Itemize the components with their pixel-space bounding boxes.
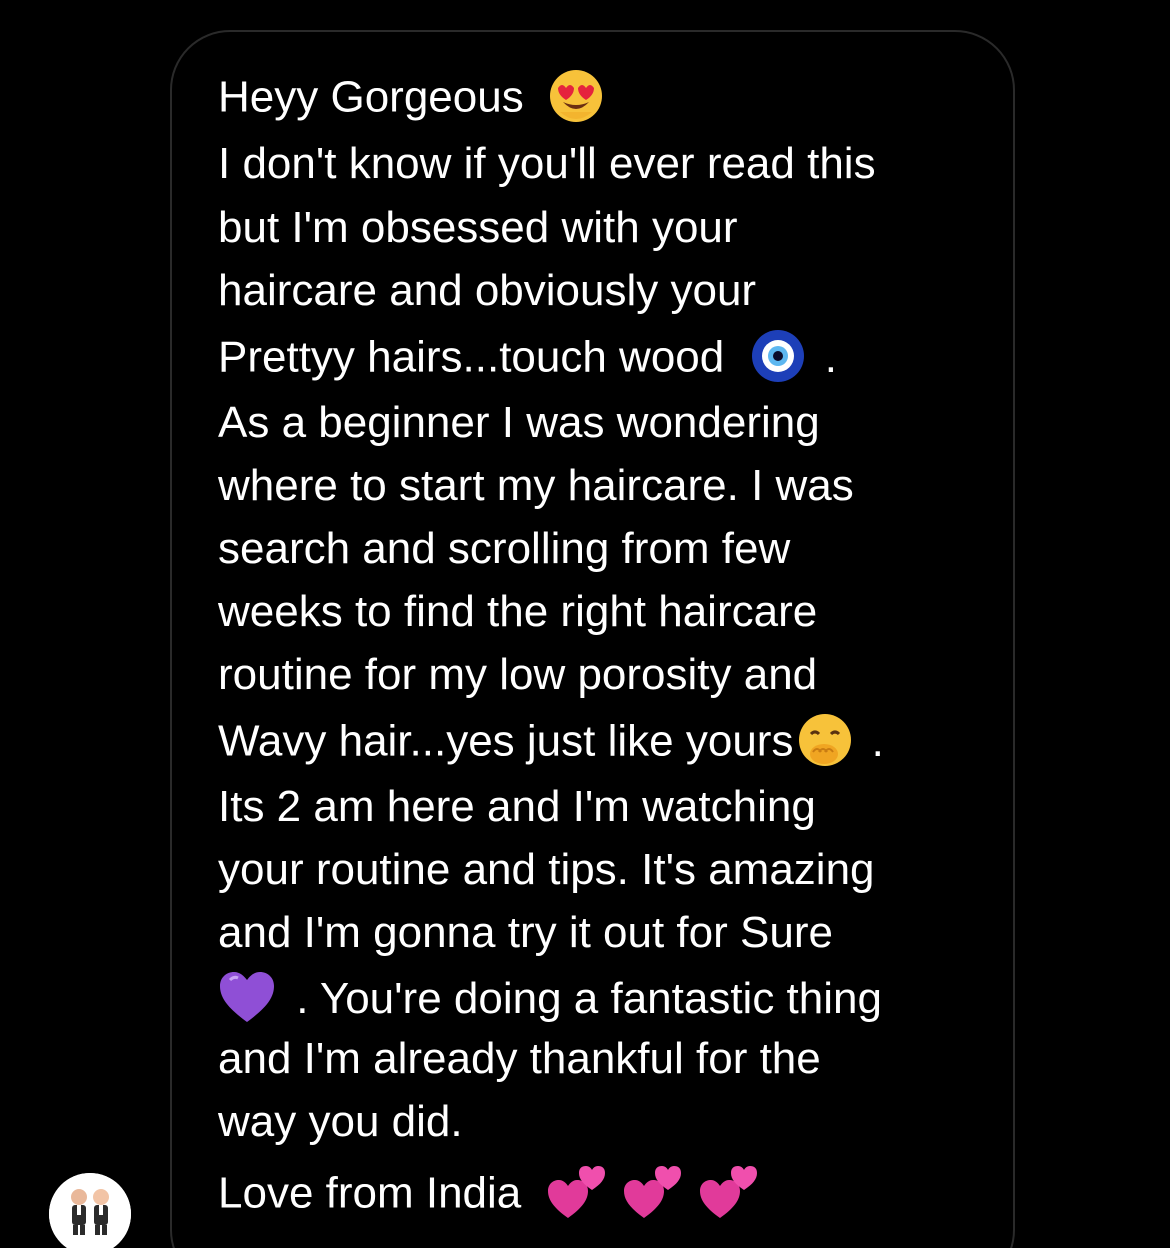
heart-eyes-emoji-icon [548,68,604,124]
hand-over-mouth-emoji-icon [797,712,853,768]
message-text: Love from India [218,1168,522,1218]
message-text: weeks to find the right haircare [218,587,818,636]
message-text: Prettyy hairs...touch wood [218,332,725,382]
message-text: routine for my low porosity and [218,650,818,699]
message-line: Heyy Gorgeous [218,70,604,128]
message-line: your routine and tips. It's amazing [218,848,875,892]
message-text: Heyy Gorgeous [218,72,524,122]
message-text: search and scrolling from few [218,524,791,573]
message-line: I don't know if you'll ever read this [218,142,876,186]
message-text: haircare and obviously your [218,266,757,315]
message-text: your routine and tips. It's amazing [218,845,875,894]
message-text: . [824,332,837,382]
message-line: haircare and obviously your [218,269,756,313]
message-line: As a beginner I was wondering [218,401,820,445]
message-text: . You're doing a fantastic thing [296,973,882,1023]
message-text: . [871,716,884,766]
message-line: . You're doing a fantastic thing [218,972,882,1028]
message-line: routine for my low porosity and [218,653,817,697]
message-line: Its 2 am here and I'm watching [218,785,816,829]
boss-baby-avatar-icon[interactable] [49,1173,131,1248]
message-line: and I'm gonna try it out for Sure [218,911,833,955]
message-line: search and scrolling from few [218,527,790,571]
message-line: Love from India [218,1166,758,1224]
message-text: Wavy hair...yes just like yours [218,716,794,766]
two-hearts-emoji-icon [699,1164,758,1220]
message-text: and I'm gonna try it out for Sure [218,908,833,957]
message-text: I don't know if you'll ever read this [218,139,876,188]
message-line: and I'm already thankful for the [218,1037,821,1081]
message-line: Prettyy hairs...touch wood . [218,330,837,388]
purple-heart-emoji-icon [218,970,276,1024]
message-text: where to start my haircare. I was [218,461,854,510]
two-hearts-emoji-icon [547,1164,606,1220]
message-line: Wavy hair...yes just like yours . [218,714,884,772]
message-line: way you did. [218,1100,463,1144]
message-line: but I'm obsessed with your [218,206,738,250]
message-text: but I'm obsessed with your [218,203,738,252]
message-line: weeks to find the right haircare [218,590,817,634]
two-hearts-emoji-icon [623,1164,682,1220]
message-line: where to start my haircare. I was [218,464,854,508]
message-text: As a beginner I was wondering [218,398,820,447]
message-text: and I'm already thankful for the [218,1034,821,1083]
nazar-amulet-emoji-icon [750,328,806,384]
message-text: way you did. [218,1097,463,1146]
message-text: Its 2 am here and I'm watching [218,782,816,831]
